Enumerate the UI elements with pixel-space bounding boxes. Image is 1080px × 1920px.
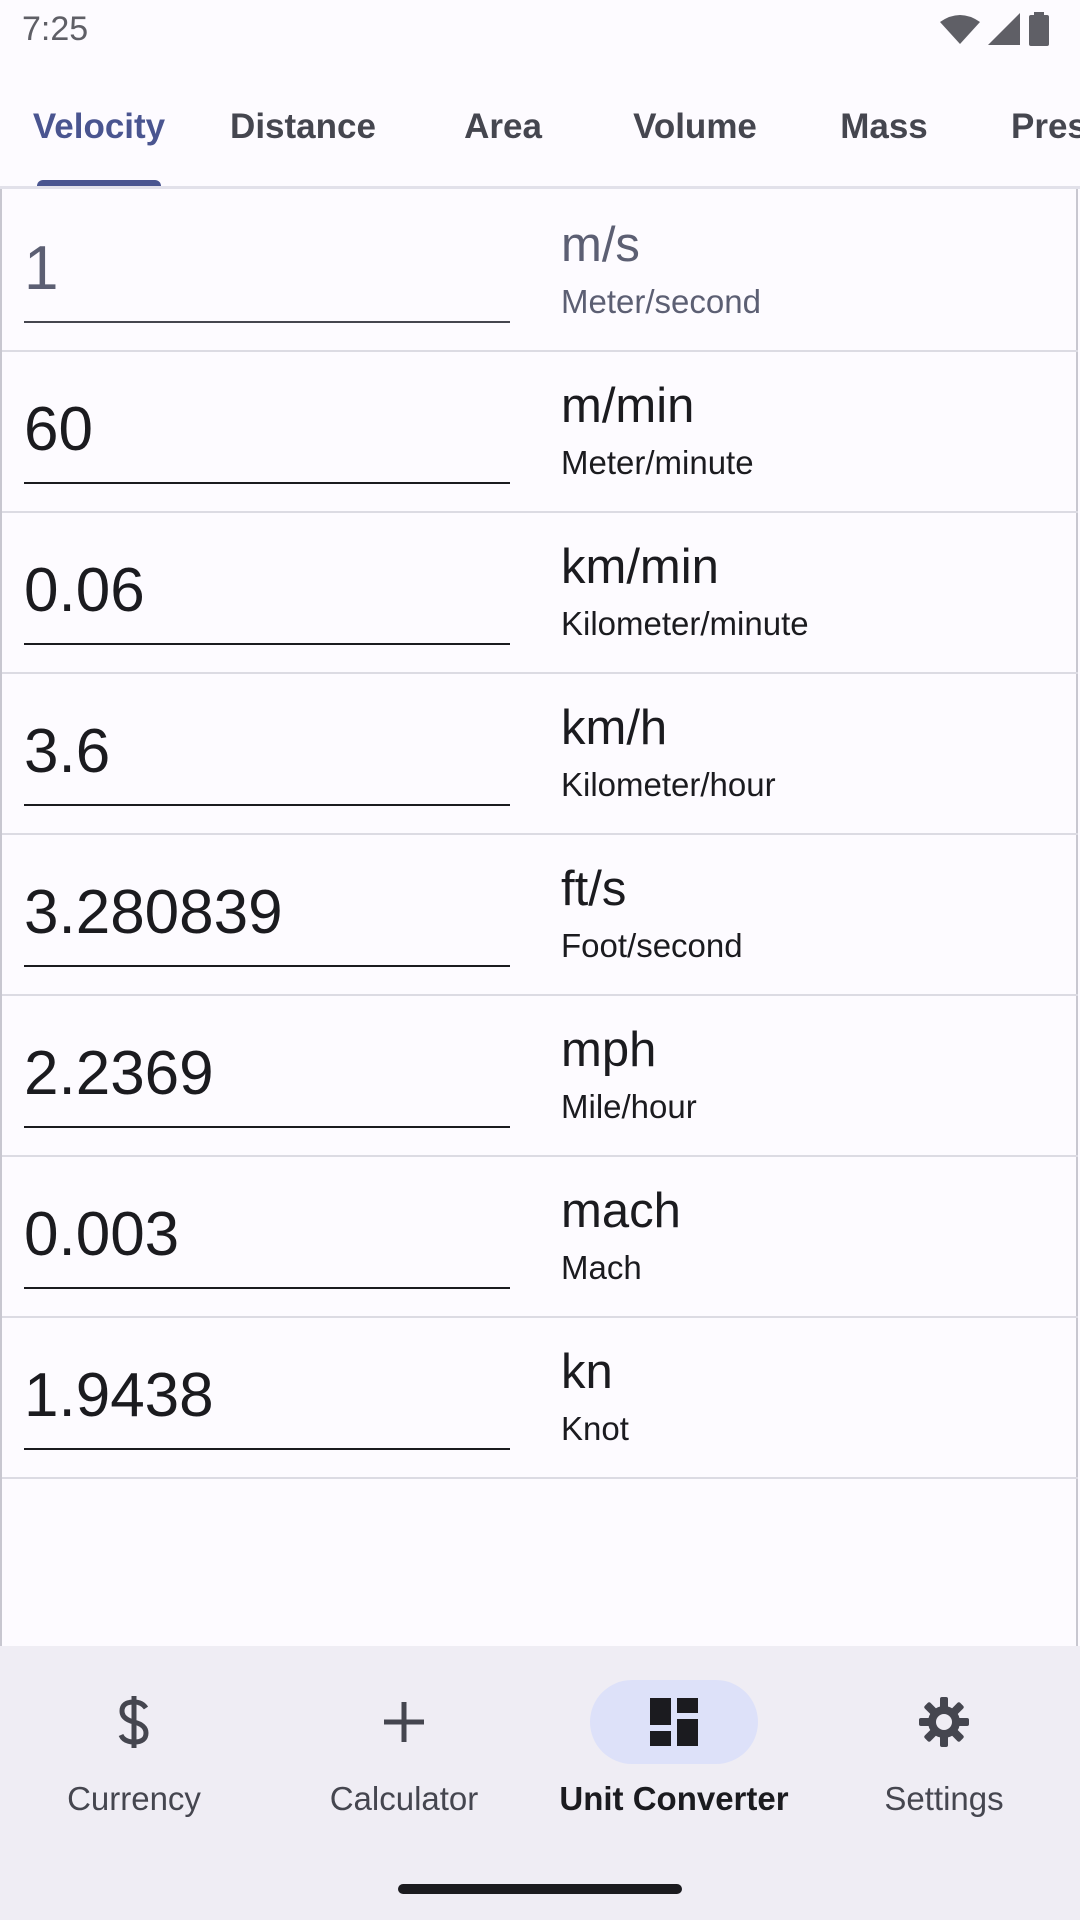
value-input[interactable]: 3.280839 — [24, 877, 510, 949]
dollar-icon — [104, 1692, 164, 1752]
tab-pressure[interactable]: Pressure — [1011, 72, 1080, 182]
nav-label: Settings — [884, 1780, 1004, 1817]
value-input[interactable]: 0.003 — [24, 1199, 510, 1271]
value-input[interactable]: 60 — [24, 394, 510, 466]
unit-symbol: km/min — [561, 540, 719, 594]
gear-icon — [914, 1692, 974, 1752]
input-underline — [24, 965, 510, 967]
unit-symbol: km/h — [561, 701, 668, 755]
nav-item-unit-converter[interactable]: Unit Converter — [554, 1646, 794, 1846]
value-input[interactable]: 0.06 — [24, 555, 510, 627]
conversion-list: 1 m/s Meter/second 60 m/min Meter/minute… — [0, 189, 1078, 1646]
input-underline — [24, 1287, 510, 1289]
input-underline — [24, 643, 510, 645]
unit-symbol: mach — [561, 1184, 681, 1238]
status-icons — [940, 11, 1050, 51]
unit-symbol: m/min — [561, 379, 695, 433]
conversion-row-km-per-min: 0.06 km/min Kilometer/minute — [2, 511, 1078, 674]
conversion-row-ft-per-s: 3.280839 ft/s Foot/second — [2, 833, 1078, 996]
conversion-row-m-per-s: 1 m/s Meter/second — [2, 189, 1078, 352]
input-underline — [24, 1448, 510, 1450]
conversion-row-km-per-h: 3.6 km/h Kilometer/hour — [2, 672, 1078, 835]
unit-symbol: mph — [561, 1023, 657, 1077]
cellular-signal-icon — [988, 12, 1020, 50]
unit-name: Mach — [561, 1249, 642, 1286]
wifi-icon — [940, 14, 980, 49]
bottom-navigation: Currency Calculator Unit Converter Setti… — [0, 1646, 1080, 1920]
nav-label: Unit Converter — [559, 1780, 789, 1817]
conversion-row-m-per-min: 60 m/min Meter/minute — [2, 350, 1078, 513]
nav-label: Calculator — [329, 1780, 479, 1817]
input-underline — [24, 321, 510, 323]
nav-item-settings[interactable]: Settings — [824, 1646, 1064, 1846]
unit-symbol: m/s — [561, 218, 640, 272]
battery-icon — [1028, 11, 1050, 51]
status-time: 7:25 — [22, 10, 89, 48]
nav-item-currency[interactable]: Currency — [14, 1646, 254, 1846]
conversion-row-mach: 0.003 mach Mach — [2, 1155, 1078, 1318]
unit-name: Meter/minute — [561, 444, 754, 481]
input-underline — [24, 1126, 510, 1128]
gesture-navigation-bar[interactable] — [398, 1884, 682, 1894]
value-input[interactable]: 1 — [24, 233, 510, 305]
unit-symbol: ft/s — [561, 862, 627, 916]
value-input[interactable]: 1.9438 — [24, 1360, 510, 1432]
value-input[interactable]: 3.6 — [24, 716, 510, 788]
tab-volume[interactable]: Volume — [633, 72, 757, 182]
conversion-row-mph: 2.2369 mph Mile/hour — [2, 994, 1078, 1157]
unit-name: Kilometer/minute — [561, 605, 809, 642]
dashboard-icon — [644, 1692, 704, 1752]
unit-symbol: kn — [561, 1345, 613, 1399]
unit-name: Mile/hour — [561, 1088, 697, 1125]
unit-name: Kilometer/hour — [561, 766, 776, 803]
input-underline — [24, 482, 510, 484]
tab-mass[interactable]: Mass — [840, 72, 928, 182]
unit-name: Knot — [561, 1410, 629, 1447]
nav-item-calculator[interactable]: Calculator — [284, 1646, 524, 1846]
value-input[interactable]: 2.2369 — [24, 1038, 510, 1110]
tab-velocity[interactable]: Velocity — [33, 72, 165, 182]
nav-label: Currency — [67, 1780, 201, 1817]
input-underline — [24, 804, 510, 806]
status-bar: 7:25 — [0, 0, 1080, 64]
unit-name: Foot/second — [561, 927, 743, 964]
unit-name: Meter/second — [561, 283, 761, 320]
tab-area[interactable]: Area — [464, 72, 542, 182]
category-tabs: Velocity Distance Area Volume Mass Press… — [0, 72, 1080, 188]
tab-distance[interactable]: Distance — [230, 72, 376, 182]
conversion-row-knot: 1.9438 kn Knot — [2, 1316, 1078, 1479]
plus-icon — [374, 1692, 434, 1752]
